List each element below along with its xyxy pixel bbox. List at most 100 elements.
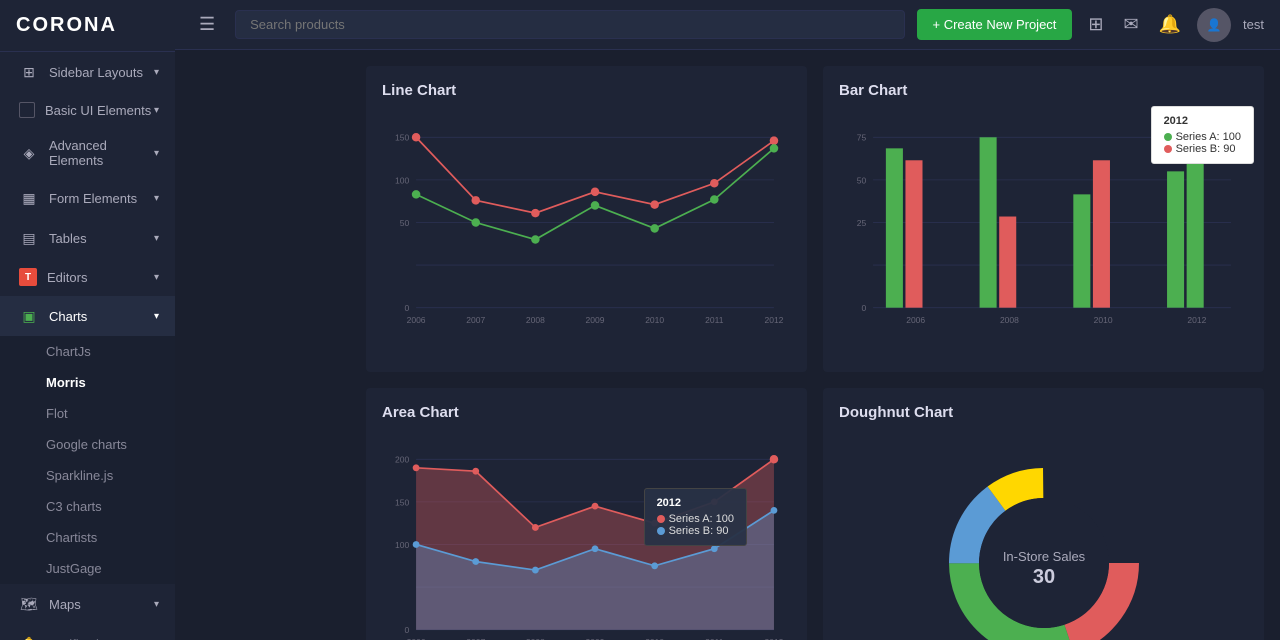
- svg-text:25: 25: [857, 218, 867, 228]
- area-dot-a-2006: [413, 464, 420, 471]
- tooltip-series-b-row: Series B: 90: [657, 525, 734, 537]
- dot-b-2007: [471, 196, 480, 205]
- sidebar-item-label: Notifications: [49, 637, 120, 640]
- sidebar-item-tables[interactable]: ▤ Tables ▾: [0, 218, 175, 258]
- sidebar-item-label: Advanced Elements: [49, 138, 154, 168]
- tooltip-year: 2012: [1164, 115, 1241, 127]
- area-dot-b-2008: [532, 567, 539, 574]
- sidebar-item-advanced[interactable]: ◈ Advanced Elements ▾: [0, 128, 175, 178]
- svg-text:0: 0: [405, 303, 410, 313]
- tooltip-label-a: Series A: 100: [669, 513, 734, 525]
- tables-icon: ▤: [19, 228, 39, 248]
- area-dot-a-2007: [472, 468, 479, 475]
- line-chart-card: Line Chart 150 100 50 0 2006 2007 2008 2…: [366, 66, 807, 372]
- sidebar-item-basic-ui[interactable]: Basic UI Elements ▾: [0, 92, 175, 128]
- chevron-down-icon: ▾: [154, 233, 159, 244]
- svg-text:2011: 2011: [705, 315, 724, 325]
- svg-text:2006: 2006: [906, 315, 925, 325]
- dot-a-2006: [412, 190, 421, 199]
- sidebar-item-label: Basic UI Elements: [45, 103, 151, 118]
- area-dot-a-2008: [532, 524, 539, 531]
- chevron-down-icon: ▾: [154, 311, 159, 322]
- dot-a-2010: [650, 224, 659, 233]
- chevron-down-icon: ▾: [154, 599, 159, 610]
- svg-text:2012: 2012: [1187, 315, 1206, 325]
- sidebar-item-label: Tables: [49, 231, 87, 246]
- svg-text:0: 0: [405, 625, 410, 635]
- avatar[interactable]: 👤: [1197, 8, 1231, 42]
- advanced-icon: ◈: [19, 143, 39, 163]
- chevron-down-icon: ▾: [154, 148, 159, 159]
- topbar: ☰ + Create New Project ⊞ ✉ 🔔 👤 test: [175, 0, 1280, 50]
- chevron-down-icon: ▾: [154, 105, 159, 116]
- doughnut-svg: In-Store Sales 30: [934, 453, 1154, 640]
- sidebar-subitem-chartists[interactable]: Chartists: [0, 522, 175, 553]
- svg-text:150: 150: [395, 497, 409, 507]
- svg-text:2006: 2006: [407, 315, 426, 325]
- editors-icon: T: [19, 268, 37, 286]
- search-input[interactable]: [235, 10, 904, 39]
- create-project-button[interactable]: + Create New Project: [917, 9, 1073, 40]
- sidebar-subitem-chartjs[interactable]: ChartJs: [0, 336, 175, 367]
- sidebar-item-notifications[interactable]: 🔔 Notifications: [0, 624, 175, 640]
- charts-submenu: ChartJs Morris Flot Google charts Sparkl…: [0, 336, 175, 584]
- svg-text:150: 150: [395, 133, 409, 143]
- sidebar-item-label: Form Elements: [49, 191, 137, 206]
- sidebar-item-editors[interactable]: T Editors ▾: [0, 258, 175, 296]
- bar-2012-a: [1167, 171, 1184, 307]
- svg-text:100: 100: [395, 540, 409, 550]
- sidebar-layouts-icon: ⊞: [19, 62, 39, 82]
- tooltip-series-b-dot: [1164, 145, 1172, 153]
- tooltip-series-b-row: Series B: 90: [1164, 143, 1241, 155]
- avatar-image: 👤: [1207, 18, 1222, 32]
- user-menu[interactable]: test: [1243, 17, 1264, 32]
- dot-a-2007: [471, 218, 480, 227]
- sidebar-subitem-flot[interactable]: Flot: [0, 398, 175, 429]
- chevron-down-icon: ▾: [154, 193, 159, 204]
- dot-b-2008: [531, 209, 540, 218]
- sidebar-subitem-sparkline[interactable]: Sparkline.js: [0, 460, 175, 491]
- svg-text:2009: 2009: [586, 315, 605, 325]
- sidebar-item-label: Maps: [49, 597, 81, 612]
- main-content: Line Chart 150 100 50 0 2006 2007 2008 2…: [350, 50, 1280, 640]
- bar-chart-title: Bar Chart: [839, 82, 1248, 99]
- tooltip-series-a-label: Series A: 100: [1176, 131, 1241, 143]
- sidebar-subitem-justgage[interactable]: JustGage: [0, 553, 175, 584]
- line-chart-svg: 150 100 50 0 2006 2007 2008 2009 2010 20…: [382, 111, 791, 351]
- svg-text:2007: 2007: [466, 315, 485, 325]
- form-icon: ▦: [19, 188, 39, 208]
- sidebar-item-maps[interactable]: 🗺 Maps ▾: [0, 584, 175, 624]
- svg-text:2010: 2010: [645, 315, 664, 325]
- sidebar-item-sidebar-layouts[interactable]: ⊞ Sidebar Layouts ▾: [0, 52, 175, 92]
- area-dot-b-2006: [413, 541, 420, 548]
- svg-text:50: 50: [400, 218, 410, 228]
- sidebar-item-form[interactable]: ▦ Form Elements ▾: [0, 178, 175, 218]
- sidebar-subitem-google-charts[interactable]: Google charts: [0, 429, 175, 460]
- dot-a-2009: [591, 201, 600, 210]
- sidebar-item-label: Editors: [47, 270, 87, 285]
- tooltip-label-b: Series B: 90: [669, 525, 729, 537]
- area-chart-card: Area Chart 200 150 100 0 2006 2007 2008 …: [366, 388, 807, 640]
- sidebar-item-charts[interactable]: ▣ Charts ▾: [0, 296, 175, 336]
- bell-icon[interactable]: 🔔: [1155, 10, 1185, 39]
- mail-icon[interactable]: ✉: [1120, 10, 1143, 39]
- tooltip-year: 2012: [657, 497, 734, 509]
- area-dot-b-2010: [651, 562, 658, 569]
- svg-text:200: 200: [395, 455, 409, 465]
- svg-text:2008: 2008: [1000, 315, 1019, 325]
- sidebar-subitem-morris[interactable]: Morris: [0, 367, 175, 398]
- grid-icon[interactable]: ⊞: [1084, 10, 1107, 39]
- sidebar-subitem-c3[interactable]: C3 charts: [0, 491, 175, 522]
- line-chart-title: Line Chart: [382, 82, 791, 99]
- chevron-down-icon: ▾: [154, 67, 159, 78]
- bar-2010-a: [1073, 194, 1090, 307]
- menu-toggle-button[interactable]: ☰: [191, 10, 223, 39]
- area-dot-a-2012: [770, 455, 779, 464]
- doughnut-label-text: In-Store Sales: [1002, 549, 1085, 564]
- dot-b-2011: [710, 179, 719, 188]
- tooltip-series-b-label: Series B: 90: [1176, 143, 1236, 155]
- tooltip-dot-a: [657, 515, 665, 523]
- sidebar-item-label: Charts: [49, 309, 87, 324]
- dot-a-2011: [710, 195, 719, 204]
- sidebar-item-label: Sidebar Layouts: [49, 65, 143, 80]
